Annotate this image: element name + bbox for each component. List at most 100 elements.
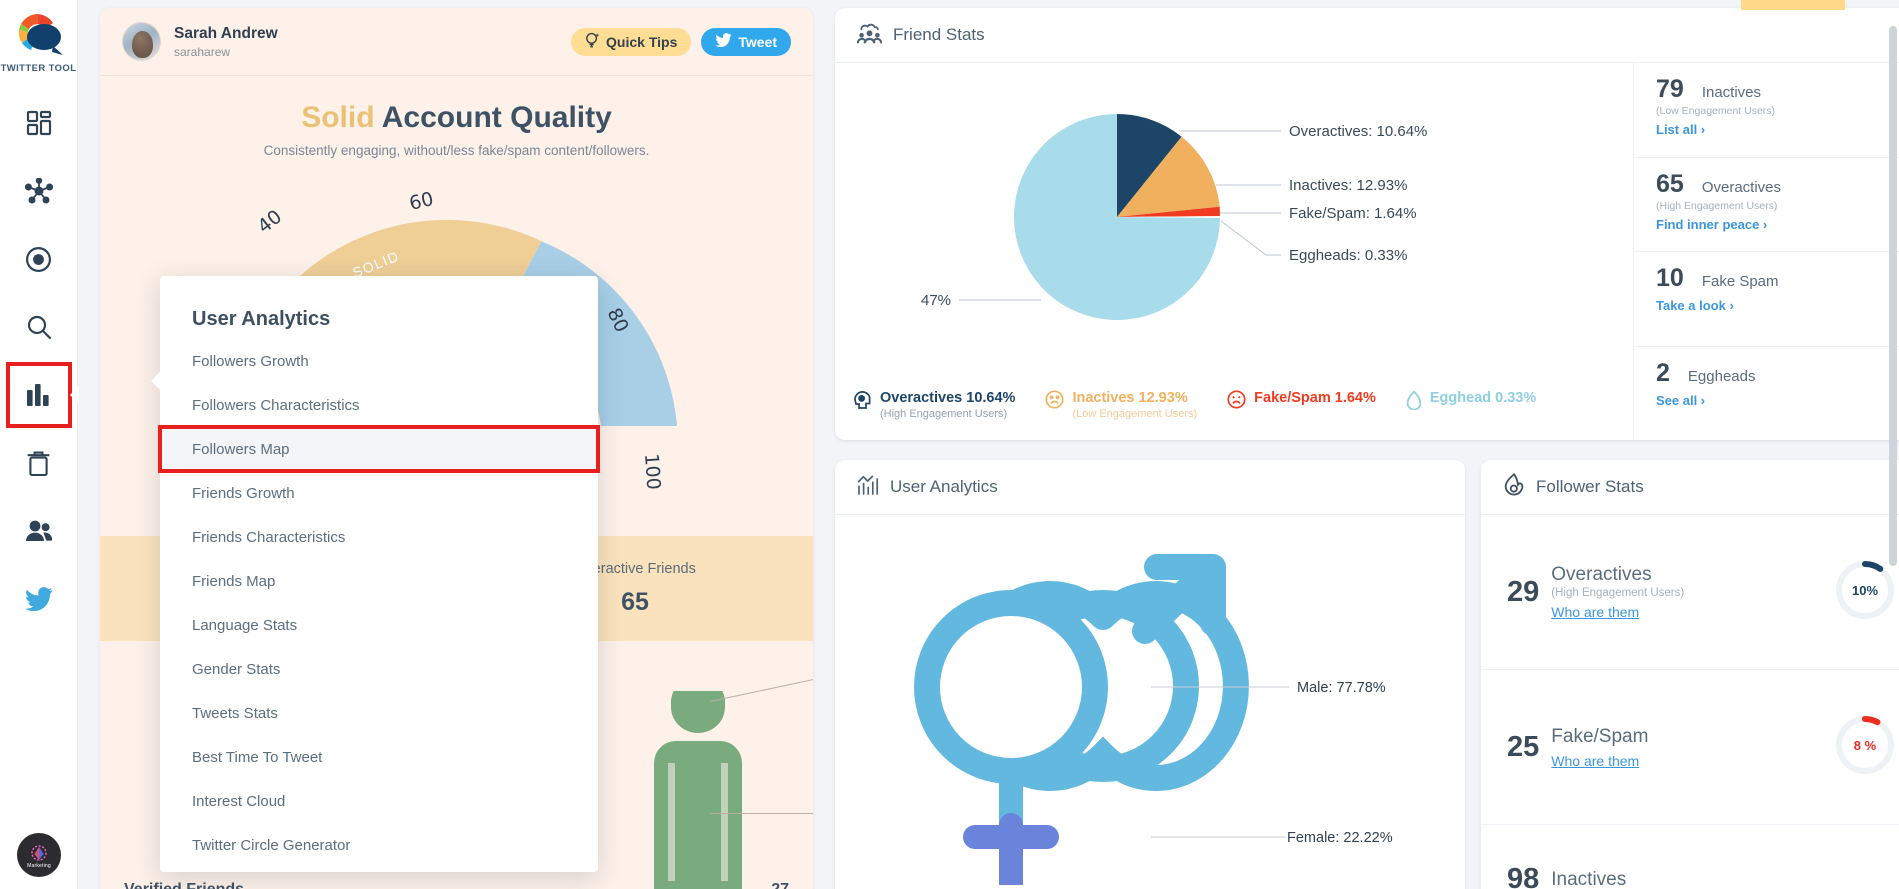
user-avatar[interactable]: Marketing	[17, 833, 61, 877]
side-stat-number: 2	[1656, 358, 1670, 387]
friend-stats-pie-area: Overactives: 10.64% Inactives: 12.93% Fa…	[835, 63, 1633, 440]
twitter-bird-icon	[24, 587, 53, 611]
sidebar-item-analytics[interactable]	[5, 362, 79, 428]
lightbulb-icon	[585, 32, 600, 52]
brand-logo[interactable]: TWITTER TOOL	[1, 10, 77, 74]
overactives-donut-value: 10%	[1852, 583, 1878, 598]
side-stat-link[interactable]: Take a look ›	[1656, 298, 1899, 313]
dropdown-item-followers-map[interactable]: Followers Map	[158, 425, 600, 473]
friend-stats-title: Friend Stats	[893, 25, 985, 44]
follower-row-overactives: 29 Overactives (High Engagement Users) W…	[1481, 515, 1899, 670]
tweet-button[interactable]: Tweet	[701, 27, 791, 56]
friends-group-icon	[856, 22, 883, 49]
network-nodes-icon	[24, 178, 53, 204]
twitter-bird-icon	[715, 33, 732, 50]
people-icon	[25, 519, 53, 543]
legend-sub: (High Engagement Users)	[880, 408, 1008, 420]
follower-row-number: 29	[1507, 575, 1540, 608]
verified-friends-row: Verified Friends 27	[100, 870, 813, 889]
user-analytics-body: Male: 77.78% Female: 22.22%	[835, 515, 1465, 889]
dropdown-item-tweets-stats[interactable]: Tweets Stats	[160, 691, 598, 735]
tweet-label: Tweet	[738, 33, 777, 50]
gauge-tick-60: 60	[407, 188, 436, 215]
legend-item-egghead: Egghead 0.33%	[1406, 390, 1536, 415]
dropdown-item-friends-growth[interactable]: Friends Growth	[160, 471, 598, 515]
quick-tips-label: Quick Tips	[606, 33, 678, 50]
side-stat-link[interactable]: Find inner peace ›	[1656, 217, 1899, 232]
dropdown-item-best-time-to-tweet[interactable]: Best Time To Tweet	[160, 735, 598, 779]
verified-friends-value: 27	[771, 881, 789, 889]
verified-friends-label: Verified Friends	[124, 881, 244, 889]
real-friends-leader-line	[710, 813, 813, 814]
gender-chart: Male: 77.78% Female: 22.22%	[914, 554, 1393, 885]
side-stat-overactives: 65 Overactives (High Engagement Users) F…	[1634, 158, 1899, 252]
side-stat-link[interactable]: See all ›	[1656, 393, 1899, 408]
sidebar-item-network[interactable]	[8, 160, 70, 222]
sidebar-item-audience[interactable]	[8, 500, 70, 562]
follower-stats-header: Follower Stats	[1481, 460, 1899, 515]
dropdown-item-friends-characteristics[interactable]: Friends Characteristics	[160, 515, 598, 559]
legend-main: Egghead 0.33%	[1429, 390, 1537, 406]
follower-row-name: Inactives	[1551, 868, 1627, 889]
dropdown-item-friends-map[interactable]: Friends Map	[160, 559, 598, 603]
follower-row-link[interactable]: Who are them	[1551, 604, 1684, 620]
dropdown-item-twitter-circle-generator[interactable]: Twitter Circle Generator	[160, 823, 598, 867]
dropdown-item-followers-growth[interactable]: Followers Growth	[160, 339, 598, 383]
side-stat-inactives: 79 Inactives (Low Engagement Users) List…	[1634, 63, 1899, 158]
follower-row-link[interactable]: Who are them	[1551, 753, 1648, 769]
main-canvas: Sarah Andrew saraharew Quick Tips Tweet …	[78, 0, 1899, 889]
profile-handle: saraharew	[174, 44, 231, 59]
sidebar-item-search[interactable]	[8, 296, 70, 358]
user-analytics-header: User Analytics	[835, 460, 1465, 515]
egg-icon	[1406, 390, 1422, 415]
sidebar-item-trash[interactable]	[8, 432, 70, 494]
legend-item-fakespam: Fake/Spam 1.64%	[1227, 390, 1376, 414]
side-stat-name: Fake Spam	[1701, 273, 1779, 290]
legend-main: Fake/Spam 1.64%	[1254, 390, 1376, 406]
search-icon	[26, 314, 52, 340]
dropdown-item-interest-cloud[interactable]: Interest Cloud	[160, 779, 598, 823]
sad-face-icon	[1045, 390, 1064, 420]
fakespam-donut-chart: 8 %	[1833, 713, 1897, 782]
header-actions: Quick Tips Tweet	[571, 27, 791, 56]
side-stat-sub: (High Engagement Users)	[1656, 199, 1778, 212]
dropdown-item-followers-characteristics[interactable]: Followers Characteristics	[160, 383, 598, 427]
friend-pie-chart: Overactives: 10.64% Inactives: 12.93% Fa…	[921, 113, 1427, 320]
profile-display-name: Sarah Andrew	[174, 24, 278, 42]
dropdown-title: User Analytics	[192, 308, 331, 330]
friend-stats-side-list: 79 Inactives (Low Engagement Users) List…	[1633, 63, 1899, 440]
quick-tips-button[interactable]: Quick Tips	[571, 27, 692, 56]
profile-avatar[interactable]	[122, 22, 161, 61]
page-scrollbar[interactable]	[1889, 26, 1897, 566]
follower-stats-title: Follower Stats	[1536, 477, 1644, 496]
overactives-donut-chart: 10%	[1833, 558, 1897, 627]
male-label: Male: 77.78%	[1297, 680, 1386, 696]
sidebar-item-dashboard[interactable]	[8, 92, 70, 154]
friend-stats-legend: Overactives 10.64% (High Engagement User…	[835, 390, 1633, 420]
side-stat-name: Overactives	[1701, 178, 1782, 196]
pie-label-socialsavvy: Social Savvy Users: 74.47%	[921, 292, 951, 309]
female-label: Female: 22.22%	[1287, 830, 1393, 846]
gauge-tick-40: 40	[253, 206, 286, 238]
pie-label-fakespam: Fake/Spam: 1.64%	[1289, 205, 1417, 222]
side-stat-name: Eggheads	[1687, 367, 1756, 385]
sidebar-item-twitter[interactable]	[8, 568, 70, 630]
side-stat-fakespam: 10 Fake Spam Take a look ›	[1634, 252, 1899, 347]
sidebar-active-notch	[69, 386, 79, 404]
dropdown-item-language-stats[interactable]: Language Stats	[160, 603, 598, 647]
strip-value: 65	[621, 587, 649, 616]
side-stat-eggheads: 2 Eggheads See all ›	[1634, 347, 1899, 441]
side-stat-number: 79	[1656, 75, 1684, 103]
follower-row-number: 25	[1507, 730, 1540, 763]
flame-icon	[1503, 473, 1525, 501]
sidebar-item-target[interactable]	[8, 228, 70, 290]
legend-main: Inactives 12.93%	[1072, 390, 1188, 406]
side-stat-link[interactable]: List all ›	[1656, 122, 1899, 137]
user-analytics-card: User Analytics Male: 77.78% Female: 22.2…	[835, 460, 1465, 889]
friend-stats-body: Overactives: 10.64% Inactives: 12.93% Fa…	[835, 63, 1899, 440]
fakespam-donut-value: 8 %	[1854, 738, 1877, 753]
user-analytics-dropdown[interactable]: User Analytics Followers Growth Follower…	[151, 276, 600, 872]
dropdown-item-gender-stats[interactable]: Gender Stats	[160, 647, 598, 691]
follower-row-name: Fake/Spam	[1551, 725, 1649, 747]
legend-item-inactives: Inactives 12.93% (Low Engagement Users)	[1045, 390, 1197, 420]
